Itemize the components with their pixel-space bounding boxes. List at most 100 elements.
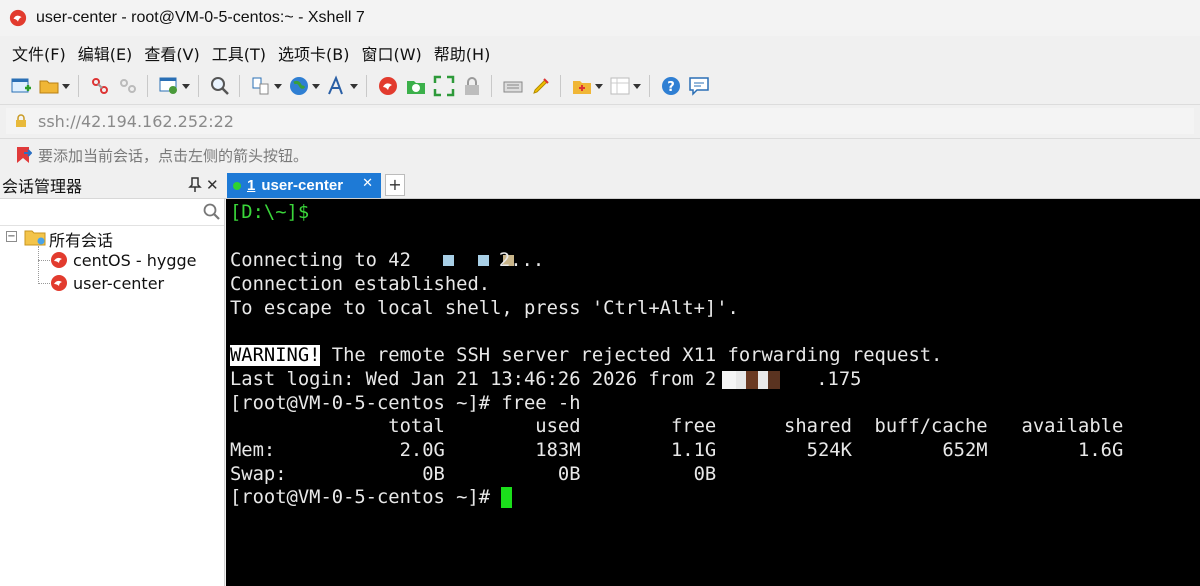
redaction-block [442,255,454,266]
terminal-line: WARNING! The remote SSH server rejected … [230,344,942,368]
globe-icon [290,77,308,95]
terminal-text: The remote SSH server rejected X11 forwa… [320,345,943,366]
search-icon[interactable] [202,202,222,222]
tab-label: 1 user-center [247,177,343,194]
toolbar-divider [147,75,148,97]
pin-icon[interactable] [188,177,202,193]
folder-icon [24,230,46,246]
redaction-block [758,370,769,389]
xshell-icon [379,77,397,95]
tab-user-center[interactable]: 1 user-center ✕ [227,173,381,198]
help-button[interactable]: ? [660,75,682,97]
properties-icon [159,77,177,94]
menu-file[interactable]: 文件(F) [0,41,71,65]
terminal-prompt: [root@VM-0-5-centos ~]# [230,487,502,508]
terminal-text: .175 [816,369,862,390]
close-icon[interactable]: ✕ [206,176,219,194]
padlock-icon [16,114,26,127]
session-search-input[interactable] [0,199,224,226]
session-item-centos-hygge[interactable]: centOS - hygge [0,249,224,272]
toolbar: ? [0,70,1200,102]
session-icon [51,275,67,291]
menu-edit[interactable]: 编辑(E) [71,41,138,65]
terminal-text: Connecting to 42 [230,250,411,271]
toolbar-divider [198,75,199,97]
menu-bar: 文件(F) 编辑(E) 查看(V) 工具(T) 选项卡(B) 窗口(W) 帮助(… [0,38,1200,68]
lock-button[interactable] [461,75,483,97]
address-input[interactable]: ssh://42.194.162.252:22 [6,108,1194,134]
font-icon [328,75,343,95]
window-title: user-center - root@VM-0-5-centos:~ - Xsh… [36,9,365,26]
new-session-button[interactable] [10,75,32,97]
xftp-icon [407,81,425,94]
terminal-line: To escape to local shell, press 'Ctrl+Al… [230,298,739,319]
fullscreen-button[interactable] [433,75,455,97]
chevron-down-icon [595,84,603,89]
keyboard-icon [503,81,523,93]
globe-button[interactable] [288,75,320,97]
transfer-button[interactable] [250,75,282,97]
tree-root[interactable]: − 所有会话 [0,226,224,250]
terminal-line: [root@VM-0-5-centos ~]# free -h [230,393,581,414]
chevron-down-icon [182,84,190,89]
menu-tabs[interactable]: 选项卡(B) [271,41,354,65]
title-bar: user-center - root@VM-0-5-centos:~ - Xsh… [0,0,1200,36]
redaction-block [477,255,489,266]
redaction-block [768,370,781,389]
address-bar: ssh://42.194.162.252:22 [0,104,1200,137]
toolbar-divider [239,75,240,97]
terminal-line: Connection established. [230,274,491,295]
highlight-button[interactable] [530,75,552,97]
new-folder-button[interactable] [571,75,603,97]
menu-window[interactable]: 窗口(W) [354,41,426,65]
chevron-down-icon [350,84,358,89]
find-button[interactable] [209,75,231,97]
add-tab-button[interactable]: + [385,174,405,196]
free-output-mem: Mem: 2.0G 183M 1.1G 524K 652M 1.6G [230,440,1124,461]
tree-connector [38,260,50,261]
xftp-button[interactable] [405,75,427,97]
help-icon: ? [662,77,680,95]
terminal-line: [D:\~]$ [230,202,310,223]
properties-button[interactable] [158,75,190,97]
chat-button[interactable] [688,75,710,97]
session-manager-panel: 会话管理器 ✕ − 所有会话 centOS - hygge user-cente… [0,172,225,586]
redacted-area [716,368,816,392]
session-manager-title: 会话管理器 [2,177,83,196]
terminal-text: 2... [498,250,545,271]
menu-view[interactable]: 查看(V) [137,41,204,65]
layout-button[interactable] [609,75,641,97]
font-button[interactable] [326,75,358,97]
warning-label: WARNING! [230,345,321,366]
terminal[interactable]: [D:\~]$ Connecting to 42 2... Connection … [226,199,1200,586]
open-folder-icon [39,80,59,94]
find-icon [211,77,229,95]
toolbar-divider [649,75,650,97]
highlight-icon [533,78,549,94]
redacted-area [411,249,514,273]
layout-icon [610,77,630,95]
open-button[interactable] [38,75,70,97]
chevron-down-icon [633,84,641,89]
menu-tools[interactable]: 工具(T) [205,41,271,65]
free-output-swap: Swap: 0B 0B 0B [230,464,717,485]
menu-help[interactable]: 帮助(H) [427,41,496,65]
close-tab-icon[interactable]: ✕ [362,176,373,191]
chevron-down-icon [312,84,320,89]
terminal-line: [root@VM-0-5-centos ~]# [230,486,513,510]
lock-icon [465,77,479,95]
tree-root-label: 所有会话 [49,231,114,250]
hint-bar: 要添加当前会话，点击左侧的箭头按钮。 [0,138,1200,171]
connect-button[interactable] [89,75,111,97]
xshell-button[interactable] [377,75,399,97]
collapse-icon[interactable]: − [6,231,17,242]
session-label: user-center [73,274,165,293]
session-tree: − 所有会话 centOS - hygge user-center [0,226,224,295]
bookmark-arrow-icon[interactable] [14,145,32,165]
session-item-user-center[interactable]: user-center [0,272,224,295]
toolbar-divider [366,75,367,97]
keyboard-button[interactable] [502,75,524,97]
session-icon [51,252,67,268]
terminal-line: Last login: Wed Jan 21 13:46:26 2026 fro… [230,368,861,392]
disconnect-button[interactable] [117,75,139,97]
